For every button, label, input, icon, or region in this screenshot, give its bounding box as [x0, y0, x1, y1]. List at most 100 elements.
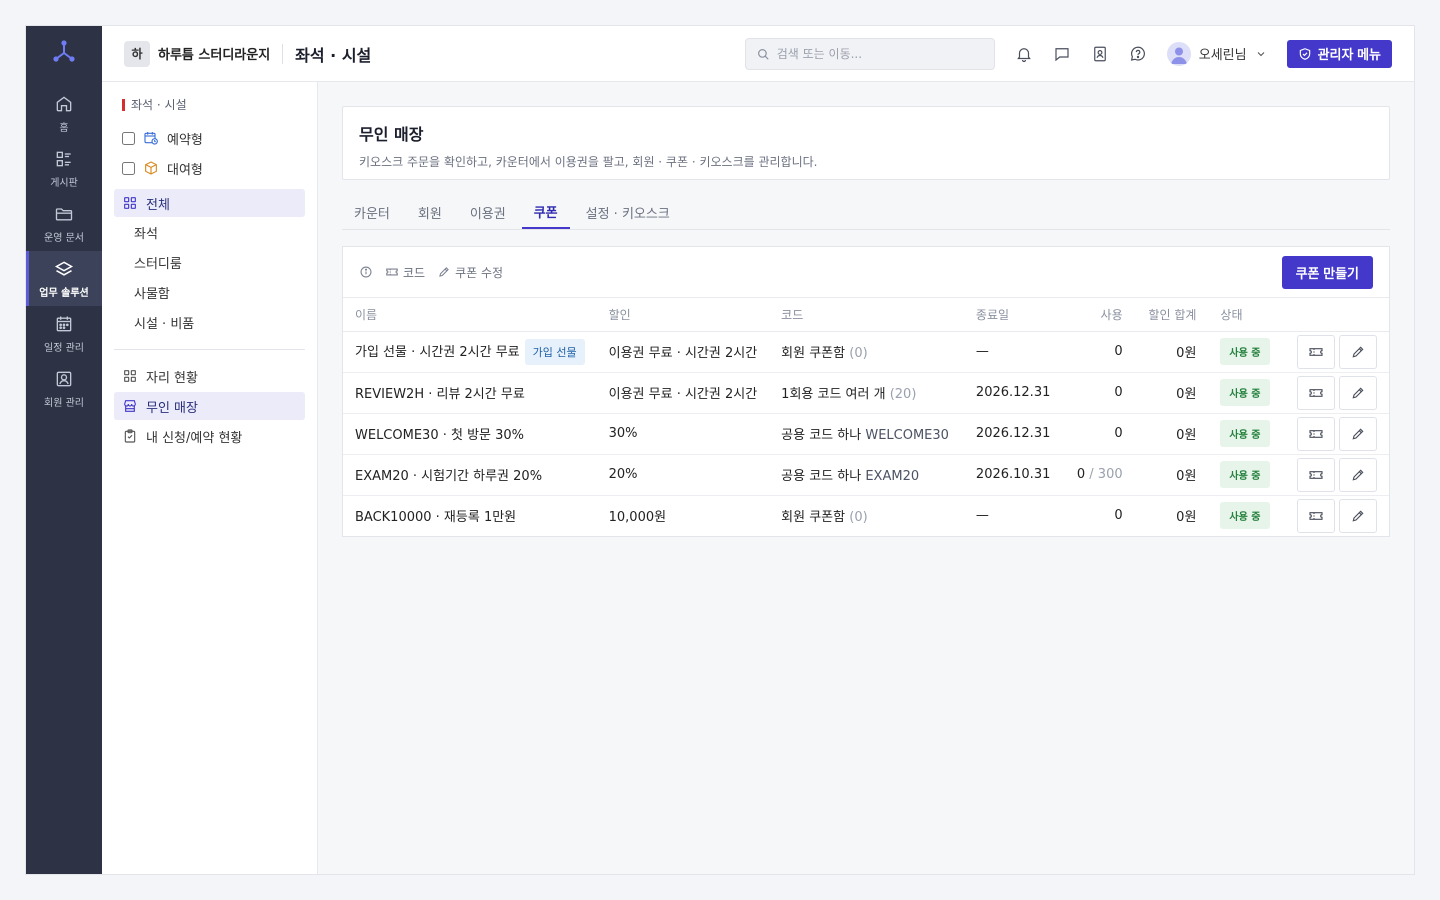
section-sidebar: 좌석 · 시설 예약형 대여형 전체 좌석 스터디룸 사물함 시설 · 비품 자… [102, 82, 318, 874]
end-date-cell: 2026.12.31 [963, 372, 1065, 414]
status-badge: 사용 중 [1220, 379, 1270, 406]
discount-cell: 10,000원 [608, 510, 667, 526]
nav-item-seats[interactable]: 좌석 [114, 217, 305, 247]
nav-item-my-requests[interactable]: 내 신청/예약 현황 [114, 422, 305, 450]
nav-seat-status-label: 자리 현황 [146, 370, 198, 386]
discount-cell: 20% [596, 454, 770, 496]
org-name[interactable]: 하루틈 스터디라운지 [158, 44, 270, 63]
help-icon[interactable] [1129, 45, 1147, 63]
table-row[interactable]: WELCOME30 · 첫 방문 30% 30% 공용 코드 하나 WELCOME3… [343, 413, 1389, 455]
search-box[interactable] [744, 37, 995, 70]
nav-item-study-room[interactable]: 스터디룸 [114, 247, 305, 277]
code-cell: 1회용 코드 여러 개 (20) [769, 372, 964, 414]
status-badge: 사용 중 [1220, 338, 1270, 365]
status-badge: 사용 중 [1220, 461, 1270, 488]
code-legend-label: 코드 [403, 265, 426, 280]
used-count: 0 [1114, 344, 1123, 359]
pencil-icon [1352, 346, 1364, 357]
edit-coupon-button[interactable] [1339, 457, 1377, 492]
table-row[interactable]: BACK10000 · 재등록 1만원 10,000원 회원 쿠폰함 (0) — 0 0원… [343, 495, 1389, 536]
coupon-code-button[interactable] [1297, 457, 1335, 492]
filter-reservation[interactable]: 예약형 [114, 123, 305, 153]
edit-coupon-button[interactable] [1339, 416, 1377, 451]
edit-legend: 쿠폰 수정 [437, 264, 503, 281]
user-menu[interactable]: 오세린님 [1166, 41, 1267, 66]
rail-item-members[interactable]: 회원 관리 [26, 361, 102, 416]
rail-label: 일정 관리 [44, 342, 84, 354]
col-code[interactable]: 코드 [769, 298, 964, 332]
rail-item-docs[interactable]: 운영 문서 [26, 196, 102, 251]
tab-passes[interactable]: 이용권 [458, 196, 518, 229]
table-toolbar: 코드 쿠폰 수정 쿠폰 만들기 [343, 247, 1389, 298]
create-coupon-button[interactable]: 쿠폰 만들기 [1281, 255, 1373, 289]
rail-item-home[interactable]: 홈 [26, 86, 102, 141]
tab-bar: 카운터 회원 이용권 쿠폰 설정 · 키오스크 [342, 196, 1390, 230]
col-discount-total[interactable]: 할인 합계 [1134, 298, 1209, 332]
pencil-icon [1352, 387, 1364, 398]
contacts-icon[interactable] [1091, 45, 1109, 63]
reservation-checkbox[interactable] [122, 131, 135, 145]
coupon-code-button[interactable] [1297, 416, 1335, 451]
page-header-card: 무인 매장 키오스크 주문을 확인하고, 카운터에서 이용권을 팔고, 회원 ·… [342, 106, 1390, 180]
app-logo-icon[interactable] [50, 38, 78, 66]
avatar [1166, 41, 1191, 66]
nav-item-facilities[interactable]: 시설 · 비품 [114, 307, 305, 337]
used-cell: 0 [1064, 331, 1135, 373]
folder-icon [55, 207, 73, 220]
used-cell: 0 [1064, 413, 1135, 455]
shield-icon [1299, 47, 1310, 60]
global-rail: 홈 게시판 운영 문서 업무 솔루션 일정 관리 회원 관리 [26, 26, 102, 874]
tab-settings-kiosk[interactable]: 설정 · 키오스크 [574, 196, 682, 229]
tab-counter[interactable]: 카운터 [342, 196, 402, 229]
rental-checkbox[interactable] [122, 161, 135, 175]
rail-item-solutions[interactable]: 업무 솔루션 [26, 251, 102, 306]
info-icon[interactable] [359, 265, 373, 279]
table-row[interactable]: 가입 선물 · 시간권 2시간 무료 가입 선물 이용권 무료 · 시간권 2시간 회… [343, 331, 1389, 373]
top-bar: 하 하루틈 스터디라운지 좌석 · 시설 오세린님 [102, 26, 1414, 82]
rail-item-schedule[interactable]: 일정 관리 [26, 306, 102, 361]
calendar-icon [56, 316, 72, 331]
code-cell: 공용 코드 하나 EXAM20 [769, 454, 964, 496]
tab-coupons[interactable]: 쿠폰 [521, 196, 570, 229]
admin-menu-button[interactable]: 관리자 메뉴 [1286, 39, 1392, 68]
coupon-name-cell: WELCOME30 · 첫 방문 30% [343, 413, 597, 455]
edit-coupon-button[interactable] [1339, 498, 1377, 533]
table-row[interactable]: REVIEW2H · 리뷰 2시간 무료 이용권 무료 · 시간권 2시간 1회용 … [343, 372, 1389, 414]
coupon-code-button[interactable] [1297, 498, 1335, 533]
nav-item-seat-status[interactable]: 자리 현황 [114, 362, 305, 390]
status-cell: 사용 중 [1208, 372, 1285, 414]
col-used[interactable]: 사용 [1064, 298, 1135, 332]
coupon-name: 가입 선물 · 시간권 2시간 무료 [355, 344, 520, 360]
status-badge: 사용 중 [1220, 420, 1270, 447]
rail-item-board[interactable]: 게시판 [26, 141, 102, 196]
discount-cell: 이용권 무료 · 시간권 2시간 [596, 331, 770, 373]
edit-coupon-button[interactable] [1339, 375, 1377, 410]
chat-icon[interactable] [1053, 45, 1071, 63]
coupon-code-button[interactable] [1297, 375, 1335, 410]
nav-item-unmanned-store[interactable]: 무인 매장 [114, 392, 305, 420]
nav-item-locker[interactable]: 사물함 [114, 277, 305, 307]
nav-item-all[interactable]: 전체 [114, 189, 305, 217]
col-status[interactable]: 상태 [1208, 298, 1285, 332]
col-end-date[interactable]: 종료일 [963, 298, 1065, 332]
bell-icon[interactable] [1015, 45, 1033, 63]
pencil-icon [1352, 469, 1364, 480]
edit-coupon-button[interactable] [1339, 334, 1377, 369]
filter-rental[interactable]: 대여형 [114, 153, 305, 183]
col-name[interactable]: 이름 [343, 298, 597, 332]
coupon-code-button[interactable] [1297, 334, 1335, 369]
col-discount[interactable]: 할인 [596, 298, 770, 332]
discount-total-cell: 0원 [1176, 510, 1197, 526]
tab-members[interactable]: 회원 [406, 196, 454, 229]
coupon-tag: 가입 선물 [524, 338, 585, 365]
org-badge[interactable]: 하 [124, 40, 150, 67]
rail-label: 운영 문서 [44, 232, 84, 244]
home-icon [56, 96, 72, 111]
table-row[interactable]: EXAM20 · 시험기간 하루권 20% 20% 공용 코드 하나 EXAM20 2… [343, 454, 1389, 496]
pencil-icon [1352, 428, 1364, 439]
discount-total-cell: 0원 [1134, 372, 1209, 414]
grid-icon [124, 370, 136, 382]
search-input[interactable] [776, 46, 977, 61]
edit-legend-label: 쿠폰 수정 [455, 265, 504, 280]
used-cell: 0 [1065, 495, 1135, 536]
